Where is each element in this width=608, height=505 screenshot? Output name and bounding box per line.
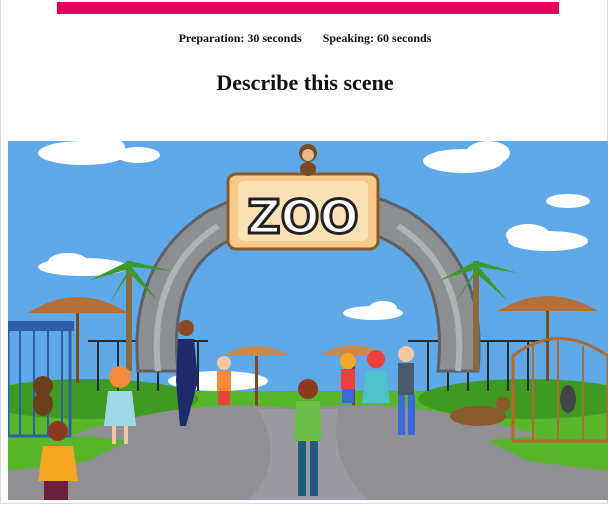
timing-info: Preparation: 30 seconds Speaking: 60 sec… (1, 31, 608, 46)
task-title: Describe this scene (216, 70, 394, 95)
preparation-time: Preparation: 30 seconds (178, 31, 302, 45)
zoo-sign-text: ZOO (247, 190, 359, 244)
zoo-scene-image: ZOO (8, 141, 608, 500)
task-card: Preparation: 30 seconds Speaking: 60 sec… (0, 0, 608, 504)
speaking-time: Speaking: 60 seconds (322, 31, 432, 45)
accent-bar (57, 2, 559, 14)
zoo-sign: ZOO (226, 172, 380, 251)
